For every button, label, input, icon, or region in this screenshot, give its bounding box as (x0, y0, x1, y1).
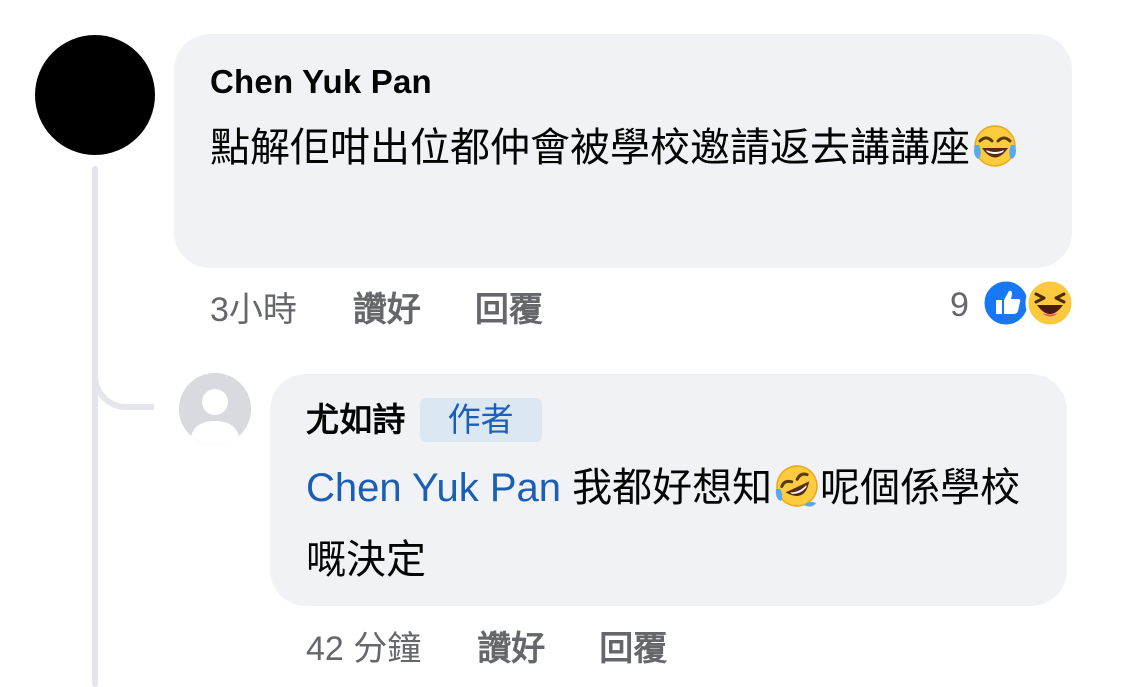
thread-branch-connector (92, 340, 154, 410)
avatar[interactable] (35, 35, 155, 155)
reply-bubble: 尤如詩 作者 Chen Yuk Pan 我都好想知 呢個係學校嘅決定 (270, 374, 1067, 606)
like-button[interactable]: 讚好 (353, 282, 421, 331)
comment-author-name[interactable]: Chen Yuk Pan (210, 62, 1036, 102)
haha-reaction-icon (1025, 278, 1075, 333)
comment-timestamp[interactable]: 3小時 (210, 282, 297, 331)
reaction-count: 9 (950, 285, 969, 324)
reply-button[interactable]: 回覆 (475, 282, 543, 331)
reply-author-name[interactable]: 尤如詩 (306, 400, 406, 440)
reply-reply-button[interactable]: 回覆 (599, 621, 667, 670)
reaction-summary[interactable]: 9 (950, 278, 1075, 333)
comment-actions: 3小時 讚好 回覆 (210, 282, 597, 331)
reply-header: 尤如詩 作者 (306, 398, 1031, 442)
rolling-on-floor-laughing-emoji-icon (774, 463, 820, 528)
tears-of-joy-emoji-icon (972, 123, 1018, 188)
reply-timestamp[interactable]: 42 分鐘 (306, 621, 421, 670)
reply-text: Chen Yuk Pan 我都好想知 呢個係學校嘅決定 (306, 456, 1031, 592)
reply-text-part1: 我都好想知 (572, 466, 773, 510)
thread-line (92, 166, 98, 687)
reply-like-button[interactable]: 讚好 (477, 621, 545, 670)
default-avatar[interactable] (179, 373, 251, 445)
mention-link[interactable]: Chen Yuk Pan (306, 466, 561, 510)
comment-text-body: 點解佢咁出位都仲會被學校邀請返去講講座 (210, 126, 970, 170)
author-badge: 作者 (419, 398, 542, 442)
like-reaction-icon (981, 278, 1031, 333)
reply-actions: 42 分鐘 讚好 回覆 (306, 621, 721, 670)
comment-bubble: Chen Yuk Pan 點解佢咁出位都仲會被學校邀請返去講講座 (174, 34, 1072, 268)
user-silhouette-icon (179, 373, 251, 445)
comment-text: 點解佢咁出位都仲會被學校邀請返去講講座 (210, 116, 1036, 188)
